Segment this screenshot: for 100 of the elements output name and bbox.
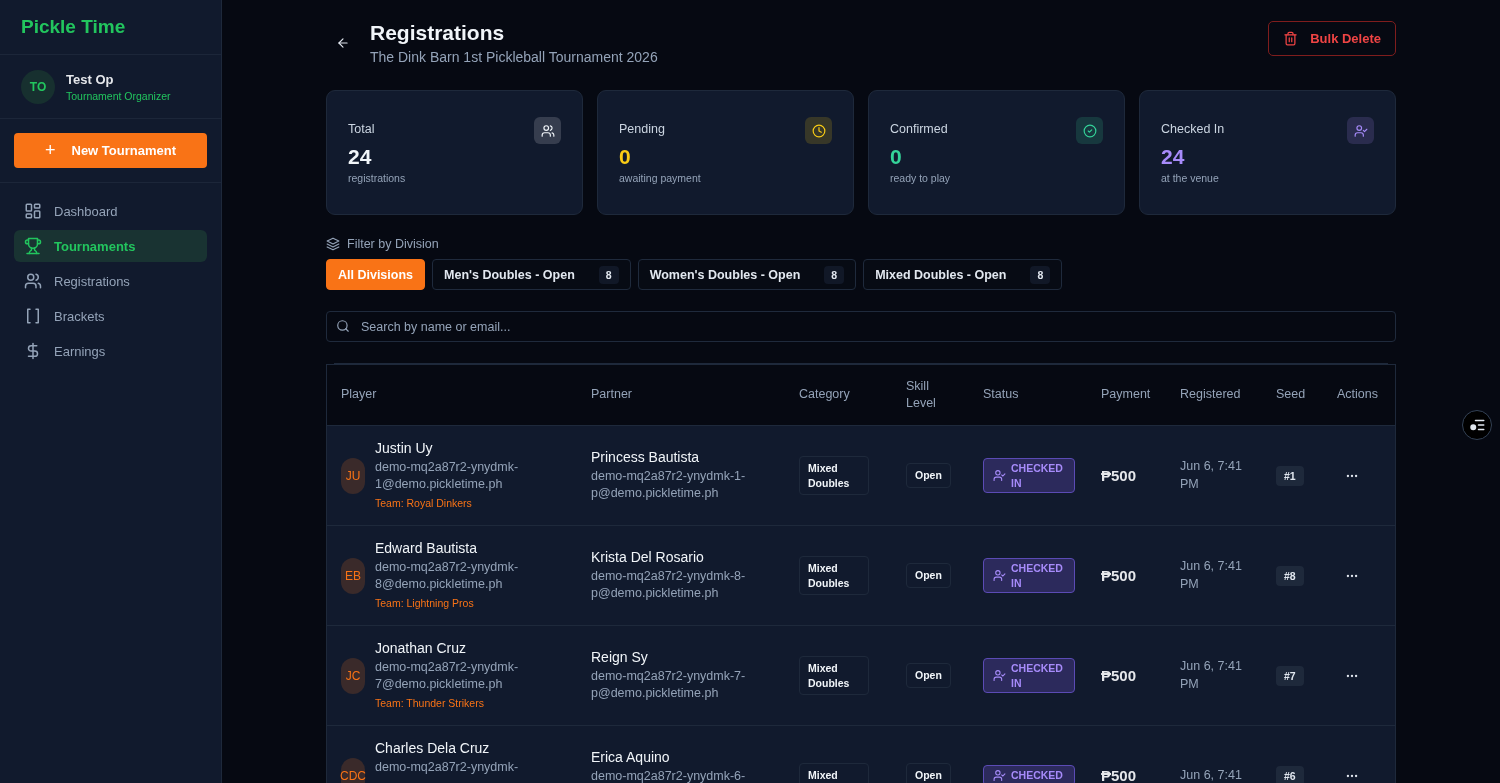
filter-label: Filter by Division: [347, 237, 439, 251]
player-name: Edward Bautista: [375, 539, 478, 556]
filter-settings-button[interactable]: [1462, 410, 1492, 440]
player-email: demo-mq2a87r2-ynydmk-8@demo.pickletime.ph: [375, 558, 520, 593]
skill-tag: Open: [906, 563, 951, 588]
stat-value: 0: [619, 145, 632, 169]
column-header: Actions: [1337, 386, 1378, 404]
status-badge: CHECKED: [983, 765, 1075, 783]
column-header: Skill Level: [906, 377, 937, 412]
status-badge: CHECKED IN: [983, 558, 1075, 593]
division-chip[interactable]: Mixed Doubles - Open 8: [863, 259, 1063, 290]
column-header: Registered: [1180, 386, 1241, 404]
page-subtitle: The Dink Barn 1st Pickleball Tournament 2026: [370, 49, 658, 65]
partner-email: demo-mq2a87r2-ynydmk-6-: [591, 767, 746, 783]
stat-caption: ready to play: [890, 172, 952, 184]
category-tag: Mixed Doubles: [799, 456, 869, 495]
nav-item[interactable]: Tournaments: [14, 230, 207, 262]
count-badge: 8: [598, 265, 619, 284]
player-avatar: CDC: [341, 757, 365, 783]
stat-value: 0: [890, 145, 903, 169]
column-header: Status: [983, 386, 1019, 404]
skill-tag: Open: [906, 663, 951, 688]
seed-badge: #6: [1276, 765, 1304, 783]
brand-logo: Pickle Time: [21, 16, 126, 38]
player-name: Charles Dela Cruz: [375, 739, 491, 756]
brackets-icon: [24, 307, 42, 325]
partner-email: demo-mq2a87r2-ynydmk-7-p@demo.pickletime.ph: [591, 667, 747, 702]
partner-email: demo-mq2a87r2-ynydmk-8-p@demo.pickletime.ph: [591, 567, 747, 602]
player-email: demo-mq2a87r2-ynydmk-7@demo.pickletime.ph: [375, 658, 520, 693]
stat-value: 24: [1161, 145, 1186, 169]
users-icon: [24, 272, 42, 290]
user-role: Tournament Organizer: [66, 89, 171, 102]
column-header: Payment: [1101, 386, 1151, 404]
nav-item[interactable]: Brackets: [14, 300, 207, 332]
partner-name: Princess Bautista: [591, 448, 701, 465]
partner-name: Erica Aquino: [591, 748, 671, 765]
user-check-icon: [1353, 123, 1368, 138]
count-badge: 8: [824, 265, 845, 284]
users-icon: [540, 123, 555, 138]
grid-icon: [24, 202, 42, 220]
registered-date: Jun 6, 7:41 PM: [1180, 658, 1243, 693]
registered-date: Jun 6, 7:41: [1180, 766, 1243, 783]
partner-email: demo-mq2a87r2-ynydmk-1-p@demo.pickletime.ph: [591, 467, 747, 502]
player-name: Justin Uy: [375, 439, 434, 456]
user-check-icon: [993, 469, 1006, 482]
stat-label: Confirmed: [890, 122, 948, 136]
skill-tag: Open: [906, 463, 951, 488]
category-tag: Mixed Doubles: [799, 556, 869, 595]
division-chip[interactable]: Men's Doubles - Open 8: [432, 259, 631, 290]
stat-label: Pending: [619, 122, 665, 136]
nav-item[interactable]: Dashboard: [14, 195, 207, 227]
column-header: Partner: [591, 386, 632, 404]
player-email: demo-mq2a87r2-ynydmk-1@demo.pickletime.ph: [375, 458, 520, 493]
partner-name: Krista Del Rosario: [591, 548, 705, 565]
payment-amount: ₱500: [1101, 667, 1137, 684]
stat-caption: at the venue: [1161, 172, 1220, 184]
trophy-icon: [24, 237, 42, 255]
payment-amount: ₱500: [1101, 567, 1137, 584]
stat-caption: registrations: [348, 172, 407, 184]
player-avatar: JU: [341, 457, 365, 494]
column-header: Seed: [1276, 386, 1306, 404]
player-avatar: EB: [341, 557, 365, 594]
column-header: Category: [799, 386, 850, 404]
player-avatar: JC: [341, 657, 365, 694]
search-icon: [336, 319, 350, 333]
search-field[interactable]: Search by name or email...: [326, 311, 1396, 342]
seed-badge: #1: [1276, 465, 1304, 486]
clock-icon: [811, 123, 826, 138]
registered-date: Jun 6, 7:41 PM: [1180, 558, 1243, 593]
user-avatar: TO: [21, 69, 55, 104]
user-check-icon: [993, 569, 1006, 582]
stat-label: Checked In: [1161, 122, 1225, 136]
category-tag: Mixed: [799, 763, 869, 783]
player-name: Jonathan Cruz: [375, 639, 468, 656]
count-badge: 8: [1030, 265, 1051, 284]
status-badge: CHECKED IN: [983, 458, 1075, 493]
registered-date: Jun 6, 7:41 PM: [1180, 458, 1243, 493]
division-chip[interactable]: Women's Doubles - Open 8: [637, 259, 857, 290]
team-name: Team: Lightning Pros: [375, 596, 475, 609]
user-check-icon: [993, 769, 1006, 782]
stat-value: 24: [348, 145, 373, 169]
check-circle-icon: [1082, 123, 1097, 138]
category-tag: Mixed Doubles: [799, 656, 869, 695]
bulk-delete-button[interactable]: Bulk Delete: [1268, 21, 1396, 56]
seed-badge: #7: [1276, 665, 1304, 686]
team-name: Team: Thunder Strikers: [375, 696, 485, 709]
skill-tag: Open: [906, 763, 951, 783]
column-header: Player: [341, 386, 377, 404]
stat-label: Total: [348, 122, 375, 136]
payment-amount: ₱500: [1101, 767, 1137, 783]
trash-icon: [1283, 31, 1299, 46]
team-name: Team: Royal Dinkers: [375, 496, 473, 509]
payment-amount: ₱500: [1101, 467, 1137, 484]
stat-caption: awaiting payment: [619, 172, 702, 184]
nav-item[interactable]: Registrations: [14, 265, 207, 297]
user-check-icon: [993, 669, 1006, 682]
nav-item[interactable]: Earnings: [14, 335, 207, 367]
status-badge: CHECKED IN: [983, 658, 1075, 693]
layers-icon: [326, 237, 340, 251]
partner-name: Reign Sy: [591, 648, 649, 665]
